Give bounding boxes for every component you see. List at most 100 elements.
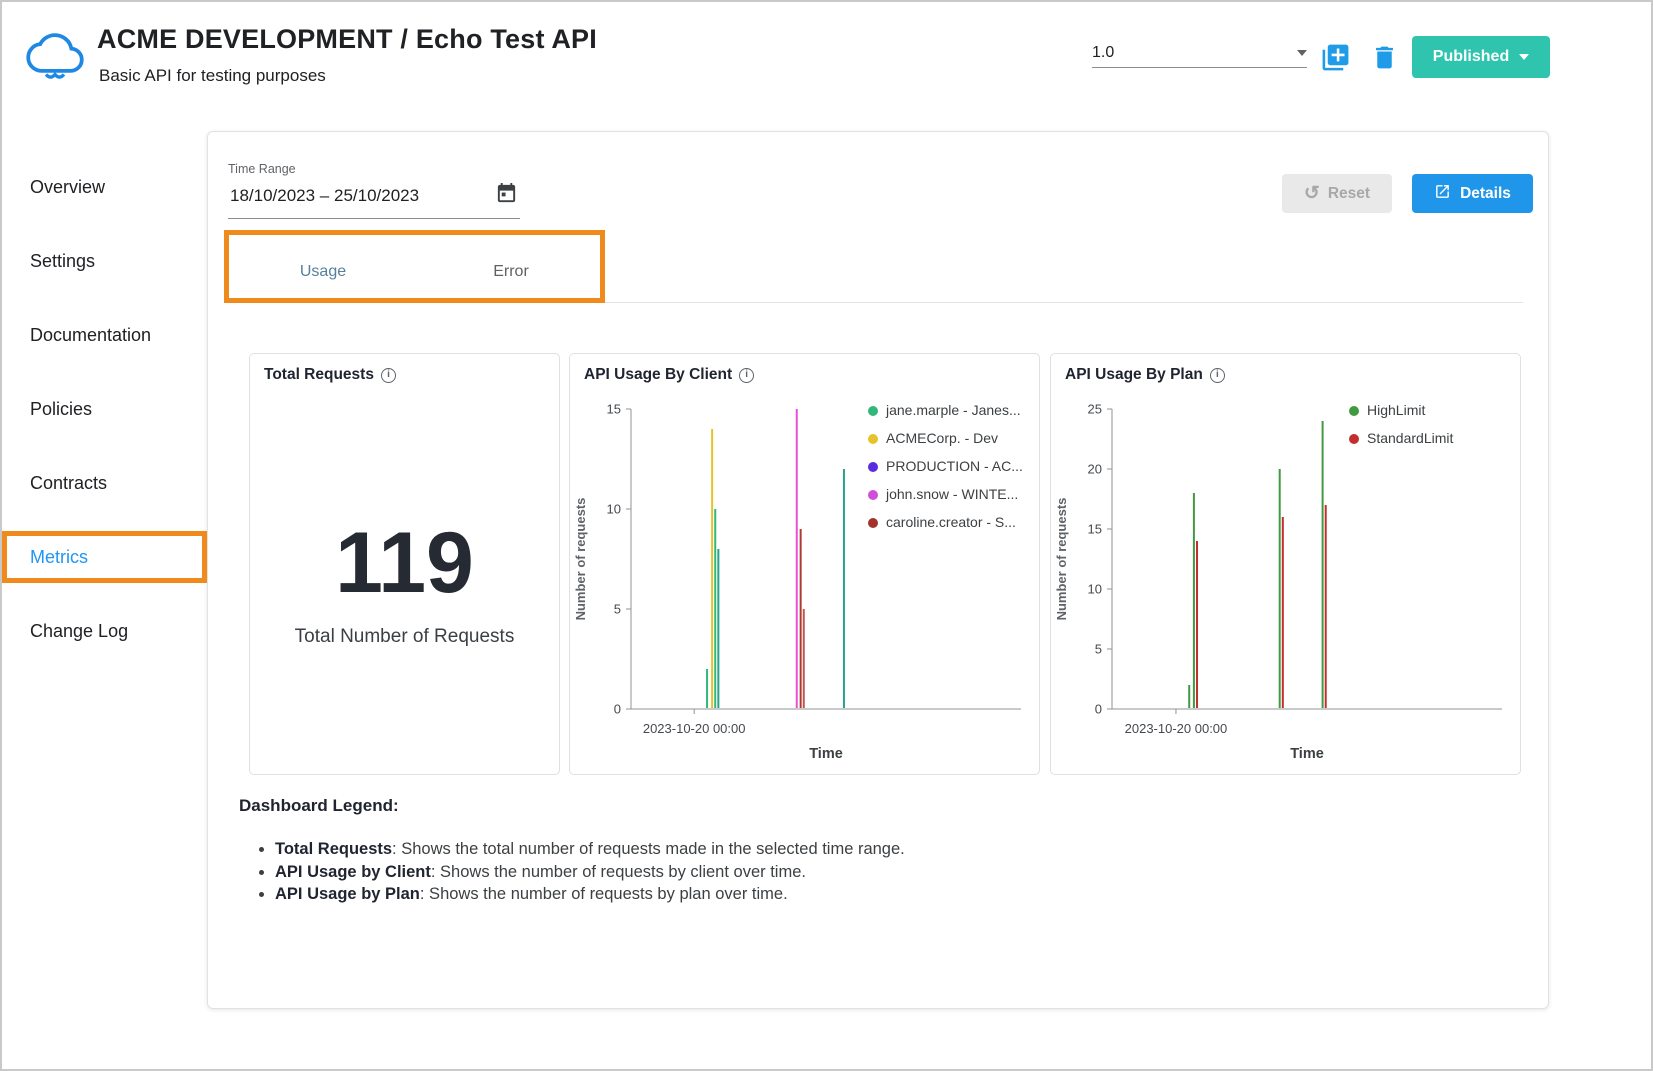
usage-by-client-card: API Usage By Client 0 5 10 15 2023-10-20 00:… (569, 353, 1040, 775)
legend-item[interactable]: john.snow - WINTE... (868, 485, 1023, 504)
legend-dot-icon (868, 406, 878, 416)
tab-usage[interactable]: Usage (230, 242, 416, 302)
y-tick-label: 5 (1095, 642, 1102, 657)
legend-label: ACMECorp. - Dev (886, 429, 998, 448)
cloud-logo-icon (26, 24, 84, 86)
usage-by-client-legend: jane.marple - Janes... ACMECorp. - Dev PRO… (868, 401, 1023, 541)
sidebar-item-metrics[interactable]: Metrics (2, 520, 207, 594)
x-axis-label: Time (1290, 746, 1324, 762)
sidebar-item-change-log[interactable]: Change Log (2, 594, 207, 668)
sidebar-item-settings[interactable]: Settings (2, 224, 207, 298)
library-add-icon (1320, 61, 1351, 76)
reset-label: Reset (1328, 185, 1370, 203)
legend-item[interactable]: caroline.creator - S... (868, 513, 1023, 532)
x-tick-label: 2023-10-20 00:00 (1125, 721, 1228, 736)
info-icon[interactable] (739, 368, 754, 383)
total-requests-value: 119 (250, 514, 559, 613)
legend-label: StandardLimit (1367, 429, 1453, 448)
y-tick-label: 5 (614, 602, 621, 617)
tab-divider (230, 302, 1523, 303)
chevron-down-icon (1519, 54, 1529, 60)
published-label: Published (1433, 48, 1509, 66)
details-label: Details (1460, 185, 1511, 203)
legend-label: jane.marple - Janes... (886, 401, 1021, 420)
y-tick-label: 0 (1095, 702, 1102, 717)
legend-dot-icon (1349, 406, 1359, 416)
legend-label: HighLimit (1367, 401, 1425, 420)
version-select[interactable]: 1.0 (1092, 38, 1307, 68)
legend-term: API Usage by Client (275, 863, 431, 881)
legend-item[interactable]: jane.marple - Janes... (868, 401, 1023, 420)
legend-term: API Usage by Plan (275, 885, 420, 903)
delete-api-button[interactable] (1370, 43, 1399, 75)
sidebar-nav: Overview Settings Documentation Policies… (2, 150, 207, 668)
usage-by-plan-title: API Usage By Plan (1065, 366, 1203, 384)
legend-dot-icon (1349, 434, 1359, 444)
sidebar-item-documentation[interactable]: Documentation (2, 298, 207, 372)
legend-dot-icon (868, 462, 878, 472)
y-tick-label: 15 (1088, 522, 1102, 537)
dashboard-legend-item: API Usage by Plan: Shows the number of r… (275, 883, 905, 906)
legend-label: PRODUCTION - AC... (886, 457, 1023, 476)
tab-error[interactable]: Error (416, 242, 606, 302)
time-range-label: Time Range (228, 162, 520, 176)
reset-icon: ↺ (1304, 184, 1320, 203)
legend-label: john.snow - WINTE... (886, 485, 1018, 504)
y-tick-label: 15 (607, 402, 621, 417)
page-subtitle: Basic API for testing purposes (99, 66, 326, 86)
y-tick-label: 10 (607, 502, 621, 517)
active-tab-indicator (230, 300, 416, 303)
total-requests-caption: Total Number of Requests (250, 626, 559, 648)
dashboard-legend-section: Dashboard Legend: Total Requests: Shows … (239, 796, 905, 906)
info-icon[interactable] (1210, 368, 1225, 383)
chevron-down-icon (1297, 50, 1307, 56)
dashboard-legend-item: Total Requests: Shows the total number o… (275, 838, 905, 861)
details-button[interactable]: Details (1412, 174, 1533, 213)
sidebar-item-contracts[interactable]: Contracts (2, 446, 207, 520)
legend-term: Total Requests (275, 840, 392, 858)
x-tick-label: 2023-10-20 00:00 (643, 721, 746, 736)
export-api-button[interactable] (1320, 42, 1351, 76)
legend-dot-icon (868, 434, 878, 444)
external-link-icon (1434, 183, 1451, 205)
calendar-icon[interactable] (495, 182, 518, 210)
usage-by-client-title: API Usage By Client (584, 366, 732, 384)
page: ACME DEVELOPMENT / Echo Test API Basic A… (0, 0, 1653, 1071)
legend-dot-icon (868, 490, 878, 500)
page-title: ACME DEVELOPMENT / Echo Test API (97, 24, 597, 55)
usage-by-plan-legend: HighLimit StandardLimit (1349, 401, 1453, 457)
version-select-value: 1.0 (1092, 44, 1114, 62)
x-axis-label: Time (809, 746, 843, 762)
legend-item[interactable]: HighLimit (1349, 401, 1453, 420)
dashboard-legend-list: Total Requests: Shows the total number o… (275, 838, 905, 906)
legend-desc: : Shows the total number of requests mad… (392, 840, 905, 858)
y-tick-label: 0 (614, 702, 621, 717)
time-range-value: 18/10/2023 – 25/10/2023 (230, 186, 419, 206)
legend-desc: : Shows the number of requests by client… (431, 863, 806, 881)
reset-button[interactable]: ↺ Reset (1282, 174, 1392, 213)
legend-desc: : Shows the number of requests by plan o… (420, 885, 788, 903)
y-tick-label: 25 (1088, 402, 1102, 417)
legend-item[interactable]: PRODUCTION - AC... (868, 457, 1023, 476)
total-requests-title: Total Requests (264, 366, 374, 384)
y-tick-label: 10 (1088, 582, 1102, 597)
legend-dot-icon (868, 518, 878, 528)
dashboard-legend-title: Dashboard Legend: (239, 796, 905, 816)
info-icon[interactable] (381, 368, 396, 383)
legend-label: caroline.creator - S... (886, 513, 1016, 532)
sidebar-item-overview[interactable]: Overview (2, 150, 207, 224)
trash-icon (1370, 60, 1399, 75)
total-requests-card: Total Requests 119 Total Number of Reque… (249, 353, 560, 775)
metrics-tab-bar: Usage Error (230, 242, 606, 302)
legend-item[interactable]: ACMECorp. - Dev (868, 429, 1023, 448)
dashboard-legend-item: API Usage by Client: Shows the number of… (275, 861, 905, 884)
y-tick-label: 20 (1088, 462, 1102, 477)
usage-by-plan-card: API Usage By Plan 0 5 10 15 20 25 2023-10-20 0… (1050, 353, 1521, 775)
time-range-field[interactable]: Time Range 18/10/2023 – 25/10/2023 (228, 162, 520, 219)
metrics-panel: Time Range 18/10/2023 – 25/10/2023 ↺ Res… (207, 131, 1549, 1009)
y-axis-label: Number of requests (1054, 498, 1069, 621)
legend-item[interactable]: StandardLimit (1349, 429, 1453, 448)
published-status-button[interactable]: Published (1412, 36, 1550, 78)
sidebar-item-policies[interactable]: Policies (2, 372, 207, 446)
y-axis-label: Number of requests (573, 498, 588, 621)
